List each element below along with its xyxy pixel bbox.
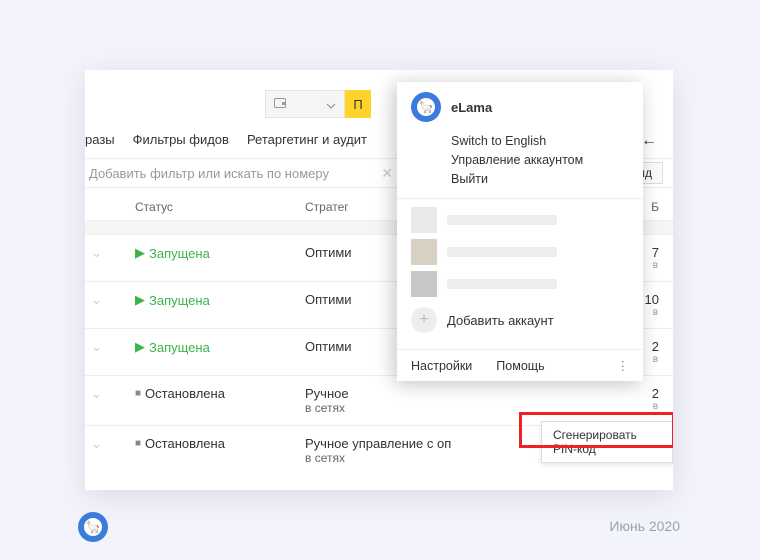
avatar: 🦙 <box>411 92 441 122</box>
play-icon: ▶ <box>135 292 145 308</box>
wallet-icon <box>274 97 288 112</box>
back-arrow-icon[interactable]: ← <box>641 132 657 150</box>
account-name: eLama <box>451 100 492 115</box>
account-item[interactable] <box>411 239 629 265</box>
switch-english-link[interactable]: Switch to English <box>451 134 629 148</box>
wallet-select[interactable] <box>265 90 345 118</box>
plus-icon: + <box>411 307 437 333</box>
play-icon: ▶ <box>135 339 145 355</box>
help-link[interactable]: Помощь <box>496 359 544 373</box>
footer-date: Июнь 2020 <box>609 518 680 534</box>
clear-icon[interactable]: ✕ <box>381 165 393 182</box>
add-account-button[interactable]: + Добавить аккаунт <box>411 303 629 341</box>
account-item[interactable] <box>411 271 629 297</box>
chevron-down-icon <box>326 97 336 112</box>
generate-pin-button[interactable]: Сгенерировать PIN-код <box>541 421 673 463</box>
kebab-icon[interactable]: ⋮ <box>617 358 630 373</box>
llama-icon: 🦙 <box>417 98 435 116</box>
tabs-row: разы Фильтры фидов Ретаргетинг и аудит <box>85 132 367 147</box>
yellow-button[interactable]: П <box>345 90 371 118</box>
llama-icon: 🦙 <box>84 518 102 536</box>
play-icon: ▶ <box>135 245 145 261</box>
table-row[interactable]: ⌄ ■Остановлена Ручноев сетях 2в <box>85 375 673 425</box>
tab-phrases[interactable]: разы <box>85 132 115 147</box>
tab-retargeting[interactable]: Ретаргетинг и аудит <box>247 132 367 147</box>
brand-logo: 🦙 <box>78 512 108 542</box>
account-item[interactable] <box>411 207 629 233</box>
col-right: Б <box>651 200 673 214</box>
topbar: П <box>265 90 371 118</box>
logout-link[interactable]: Выйти <box>451 172 629 186</box>
app-card: П разы Фильтры фидов Ретаргетинг и аудит… <box>85 70 673 490</box>
col-status: Статус <box>135 200 305 214</box>
filter-placeholder: Добавить фильтр или искать по номеру <box>89 166 329 181</box>
stop-icon: ■ <box>135 388 141 399</box>
tab-feed-filters[interactable]: Фильтры фидов <box>133 132 229 147</box>
stop-icon: ■ <box>135 438 141 449</box>
account-dropdown: 🦙 eLama Switch to English Управление акк… <box>397 82 643 381</box>
settings-link[interactable]: Настройки <box>411 359 472 373</box>
manage-account-link[interactable]: Управление аккаунтом <box>451 153 629 167</box>
